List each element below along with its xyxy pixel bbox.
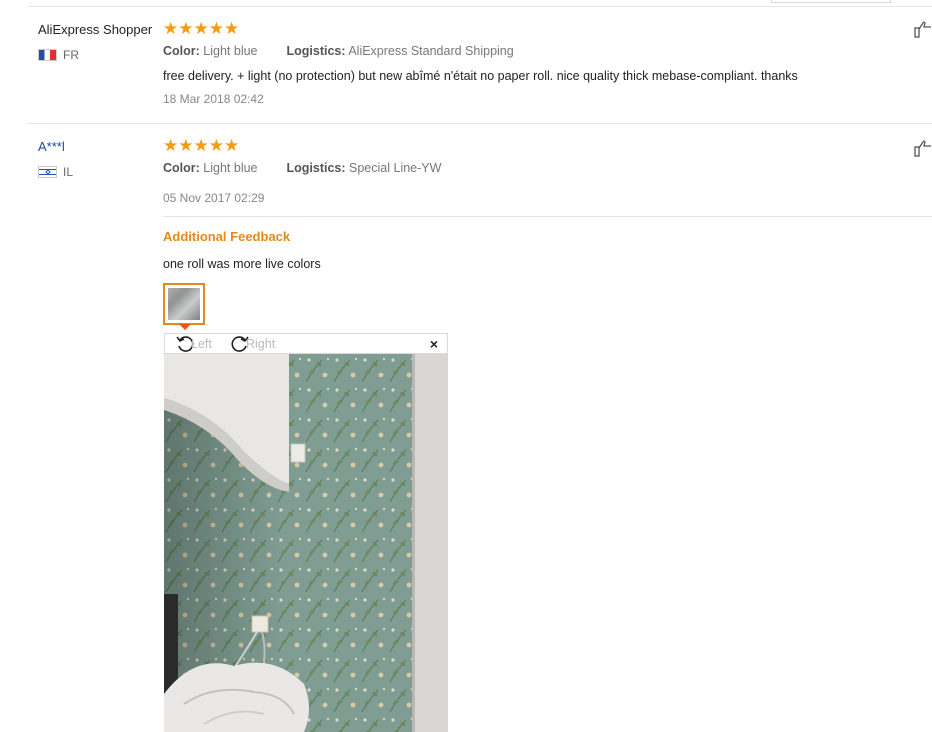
rotate-left-label: Left: [191, 337, 212, 351]
review-date: 05 Nov 2017 02:29: [163, 191, 265, 205]
thumbnail-pointer-icon: [179, 324, 191, 330]
order-info: Color: Light blue Logistics: Special Lin…: [163, 161, 441, 175]
color-value: Light blue: [203, 161, 258, 175]
thumbs-up-icon[interactable]: [914, 139, 932, 157]
review-divider: [28, 123, 932, 124]
additional-feedback-title: Additional Feedback: [163, 229, 291, 244]
star-icon: ★: [178, 136, 194, 155]
star-icon: ★: [163, 136, 179, 155]
review-text: free delivery. + light (no protection) b…: [163, 69, 798, 83]
country-code: IL: [63, 165, 74, 179]
rotate-left-button[interactable]: Left: [175, 334, 212, 354]
review-photo-thumbnail[interactable]: [163, 283, 205, 325]
review-photo-large: [164, 354, 448, 732]
color-label: Color:: [163, 44, 200, 58]
israel-flag-icon: [38, 166, 57, 178]
france-flag-icon: [38, 49, 57, 61]
country-code: FR: [63, 48, 79, 62]
top-control-edge: [771, 0, 891, 3]
logistics-label: Logistics:: [286, 161, 346, 175]
feedback-divider: [163, 216, 932, 217]
star-icon: ★: [224, 19, 240, 38]
reviewer-name: AliExpress Shopper: [38, 22, 153, 37]
logistics-value: AliExpress Standard Shipping: [348, 44, 514, 58]
rotate-right-button[interactable]: Right: [230, 334, 275, 354]
wallpaper-photo: [164, 354, 448, 732]
review-date: 18 Mar 2018 02:42: [163, 92, 264, 106]
color-value: Light blue: [203, 44, 258, 58]
star-rating: ★ ★ ★ ★ ★: [163, 20, 239, 37]
star-icon: ★: [193, 136, 209, 155]
logistics-label: Logistics:: [286, 44, 346, 58]
star-icon: ★: [193, 19, 209, 38]
logistics-value: Special Line-YW: [349, 161, 442, 175]
order-info: Color: Light blue Logistics: AliExpress …: [163, 44, 514, 58]
reviewer-country: IL: [38, 165, 73, 179]
top-divider: [28, 6, 932, 7]
star-icon: ★: [163, 19, 179, 38]
image-viewer-toolbar: Left Right ×: [164, 333, 448, 354]
star-rating: ★ ★ ★ ★ ★: [163, 137, 239, 154]
additional-feedback-text: one roll was more live colors: [163, 257, 321, 271]
thumbs-up-icon[interactable]: [914, 20, 932, 38]
reviewer-name[interactable]: A***l: [38, 139, 65, 154]
star-icon: ★: [208, 19, 224, 38]
color-label: Color:: [163, 161, 200, 175]
star-icon: ★: [178, 19, 194, 38]
rotate-right-label: Right: [246, 337, 276, 351]
close-icon[interactable]: ×: [430, 336, 438, 352]
star-icon: ★: [208, 136, 224, 155]
star-icon: ★: [224, 136, 240, 155]
reviewer-country: FR: [38, 48, 79, 62]
